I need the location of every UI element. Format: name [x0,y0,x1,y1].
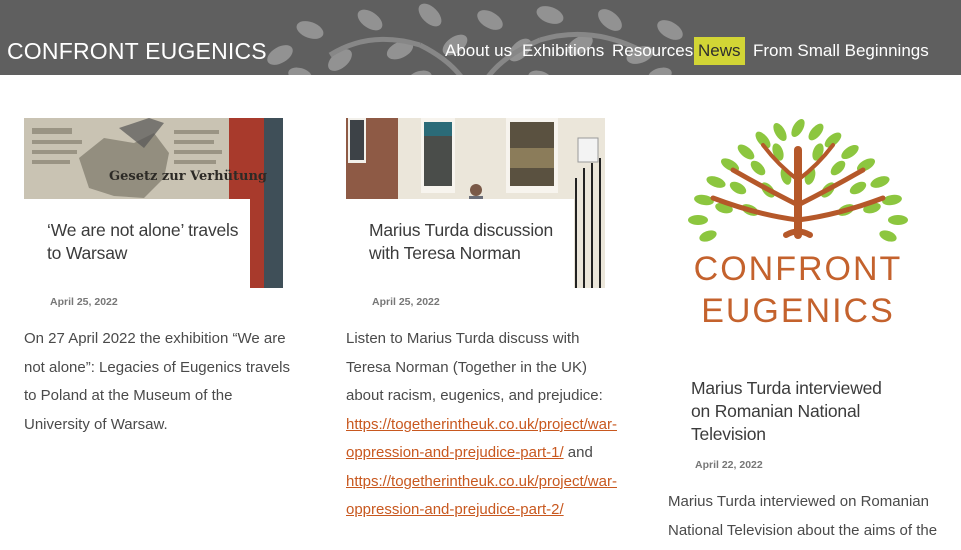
nav-exhibitions[interactable]: Exhibitions [522,37,604,65]
post-2-link-separator: and [563,444,593,461]
post-1-excerpt: On 27 April 2022 the exhibition “We are … [24,330,290,433]
post-2-link-part-2[interactable]: https://togetherintheuk.co.uk/project/wa… [346,473,617,519]
post-1-title[interactable]: ‘We are not alone’ travels to Warsaw [47,219,250,265]
post-1-image-text: Gesetz zur Verhütung [109,169,267,184]
logo-line-2: EUGENICS [701,292,895,330]
post-3-title[interactable]: Marius Turda interviewed on Romanian Nat… [691,377,896,446]
nav-from-small-beginnings[interactable]: From Small Beginnings [753,37,929,65]
post-2-excerpt-intro: Listen to Marius Turda discuss with Tere… [346,330,603,404]
post-2-date: April 25, 2022 [372,296,440,308]
main-nav: About us Exhibitions Resources News From… [0,37,961,67]
post-1-title-box: ‘We are not alone’ travels to Warsaw [24,199,250,291]
nav-news[interactable]: News [694,37,745,65]
confront-eugenics-logo-icon: CONFRONT EUGENICS [668,110,927,360]
post-3-excerpt: Marius Turda interviewed on Romanian Nat… [668,493,938,539]
post-1-date: April 25, 2022 [50,296,118,308]
post-3-date: April 22, 2022 [695,459,763,471]
post-3-title-box: Marius Turda interviewed on Romanian Nat… [668,357,896,449]
post-2-title[interactable]: Marius Turda discussion with Teresa Norm… [369,219,574,265]
post-2-excerpt: Listen to Marius Turda discuss with Tere… [346,325,617,525]
site-header: CONFRONT EUGENICS About us Exhibitions R… [0,0,961,75]
nav-about-us[interactable]: About us [445,37,512,65]
post-2-title-box: Marius Turda discussion with Teresa Norm… [346,199,574,291]
nav-resources[interactable]: Resources [612,37,693,65]
logo-line-1: CONFRONT [694,250,903,288]
post-3-image[interactable]: CONFRONT EUGENICS [668,110,927,360]
